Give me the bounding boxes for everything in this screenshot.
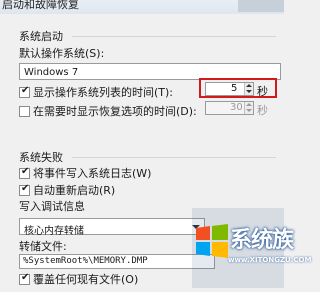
show-recovery-value: 30 — [230, 102, 243, 113]
spinner-buttons[interactable] — [244, 102, 253, 114]
default-os-value: Windows 7 — [24, 67, 79, 78]
group-divider — [72, 157, 276, 158]
spin-down-icon[interactable] — [246, 90, 252, 93]
show-os-list-unit: 秒 — [257, 85, 268, 98]
system-failure-group-label: 系统失败 — [19, 151, 63, 164]
auto-restart-checkbox[interactable]: ✔ — [19, 183, 30, 196]
window-title: 启动和故障恢复 — [2, 0, 79, 11]
show-recovery-unit: 秒 — [257, 104, 268, 117]
debug-info-select[interactable]: 核心内存转储 — [19, 218, 205, 237]
show-recovery-checkbox[interactable] — [19, 106, 30, 117]
checkmark-icon: ✔ — [21, 183, 30, 194]
write-event-label: 将事件写入系统日志(W) — [33, 167, 152, 180]
show-os-list-value: 5 — [231, 83, 238, 94]
watermark-area: 系统族 www.XITONGZU.COM — [192, 208, 311, 288]
show-os-list-spinner[interactable]: 5 — [205, 82, 254, 96]
group-divider — [72, 36, 276, 37]
overwrite-label: 覆盖任何现有文件(O) — [33, 273, 139, 286]
default-os-label: 默认操作系统(S): — [19, 47, 105, 60]
spin-down-icon[interactable] — [246, 109, 252, 112]
show-recovery-spinner[interactable]: 30 — [205, 101, 254, 115]
checkmark-icon: ✔ — [21, 85, 30, 96]
overwrite-checkbox[interactable]: ✔ — [19, 272, 30, 285]
checkmark-icon: ✔ — [21, 272, 30, 283]
dump-file-value: %SystemRoot%\MEMORY.DMP — [23, 256, 148, 266]
dump-file-input[interactable]: %SystemRoot%\MEMORY.DMP — [19, 254, 215, 269]
debug-info-label: 写入调试信息 — [19, 200, 85, 213]
spinner-buttons[interactable] — [244, 83, 253, 95]
windows-logo-icon — [196, 224, 228, 258]
spin-up-icon[interactable] — [246, 103, 252, 106]
watermark-url: www.XITONGZU.COM — [228, 256, 312, 264]
debug-info-value: 核心内存转储 — [24, 226, 84, 237]
watermark-brand: 系统族 — [230, 228, 294, 253]
show-recovery-label: 在需要时显示恢复选项的时间(D): — [33, 105, 197, 118]
write-event-checkbox[interactable]: ✔ — [19, 166, 30, 179]
checkmark-icon: ✔ — [21, 166, 30, 177]
auto-restart-label: 自动重新启动(R) — [33, 184, 116, 197]
title-bar-controls — [238, 0, 284, 12]
system-startup-group-label: 系统启动 — [19, 30, 63, 43]
spin-up-icon[interactable] — [246, 84, 252, 87]
dump-file-label: 转储文件: — [19, 240, 67, 253]
show-os-list-checkbox[interactable]: ✔ — [19, 85, 30, 98]
show-os-list-label: 显示操作系统列表的时间(T): — [33, 86, 174, 99]
title-bar: 启动和故障恢复 — [0, 0, 284, 14]
